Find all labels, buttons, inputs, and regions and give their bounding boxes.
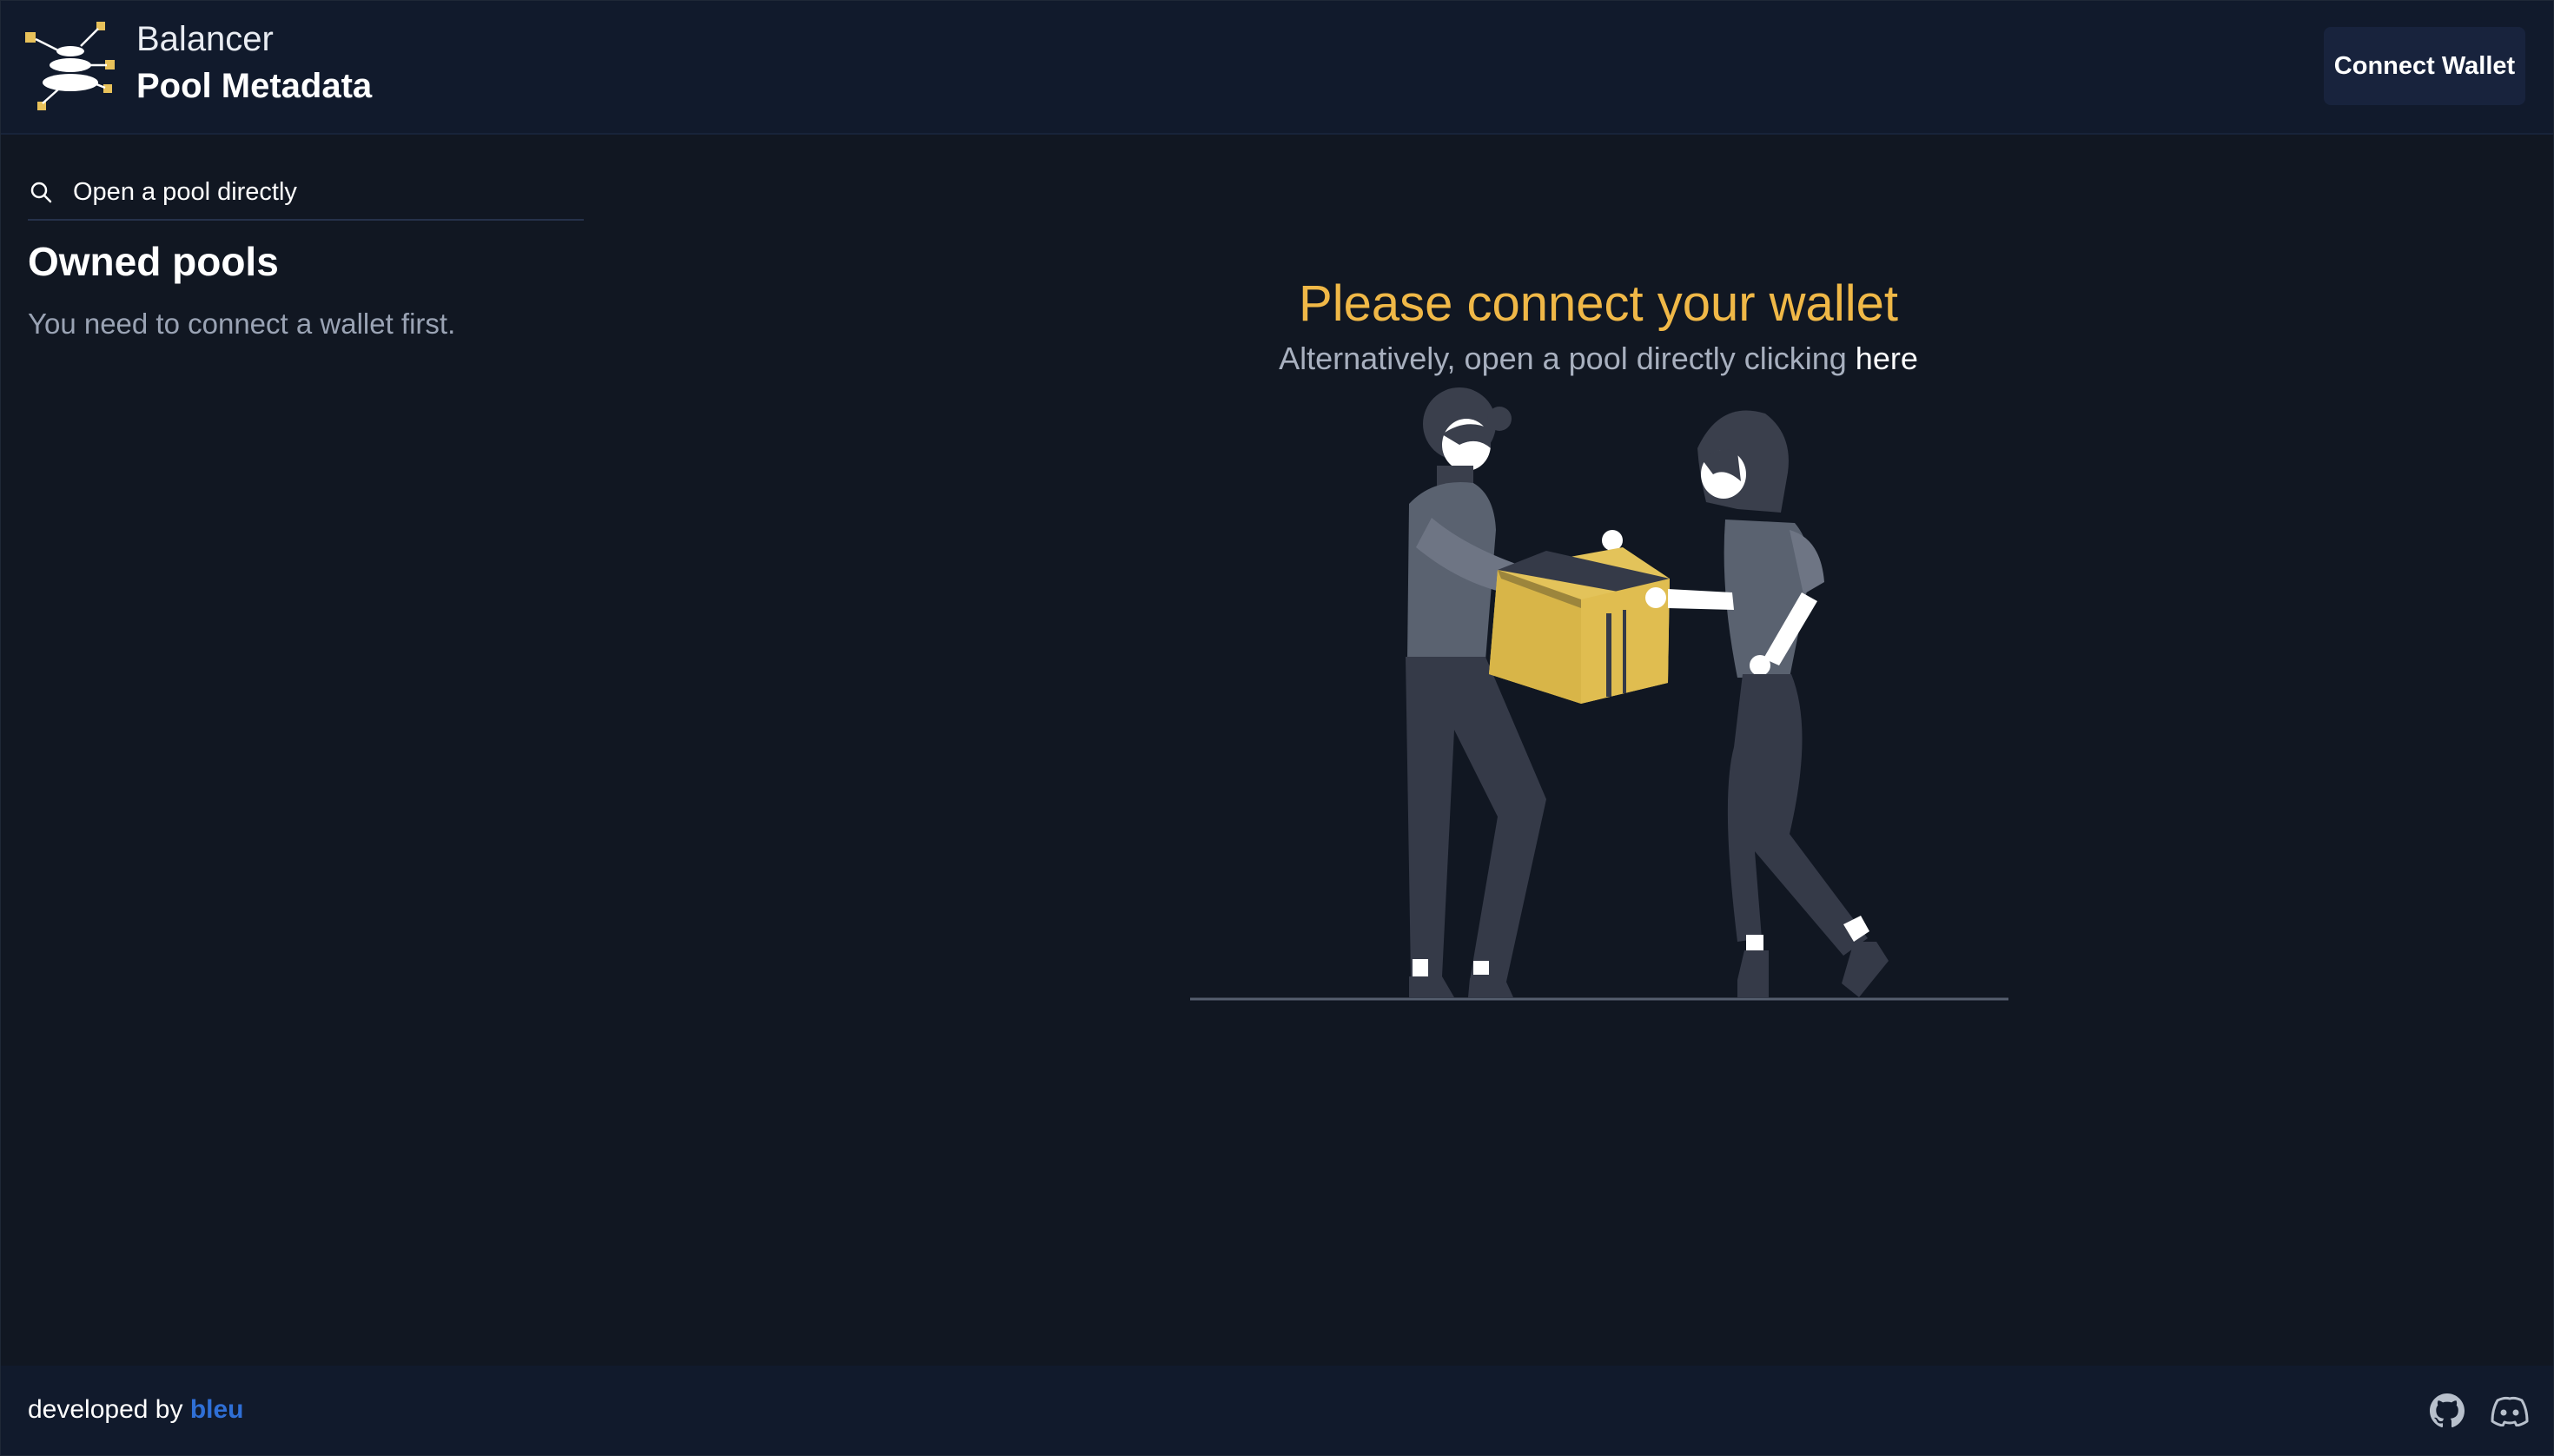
connect-wallet-button[interactable]: Connect Wallet — [2324, 27, 2525, 105]
pool-search[interactable] — [28, 165, 584, 221]
people-handing-box-illustration — [1190, 387, 2008, 1001]
box-figure — [1489, 547, 1670, 704]
developed-by-label: developed by — [28, 1395, 190, 1424]
woman-figure — [1645, 410, 1889, 997]
developed-by: developed by bleu — [28, 1395, 243, 1425]
developer-link[interactable]: bleu — [190, 1395, 244, 1424]
search-input[interactable] — [71, 176, 561, 208]
search-icon — [30, 182, 52, 203]
app-title: Pool Metadata — [136, 67, 373, 105]
balancer-logo-icon[interactable] — [25, 22, 119, 110]
brand-name: Balancer — [136, 20, 274, 58]
page-footer: developed by bleu — [1, 1366, 2553, 1455]
top-header: Balancer Pool Metadata Connect Wallet — [1, 1, 2553, 135]
github-icon[interactable] — [2430, 1393, 2465, 1428]
connect-wallet-heading: Please connect your wallet — [1299, 275, 1898, 332]
owned-pools-heading: Owned pools — [28, 239, 279, 284]
discord-icon[interactable] — [2491, 1395, 2529, 1426]
owned-pools-message: You need to connect a wallet first. — [28, 308, 456, 340]
